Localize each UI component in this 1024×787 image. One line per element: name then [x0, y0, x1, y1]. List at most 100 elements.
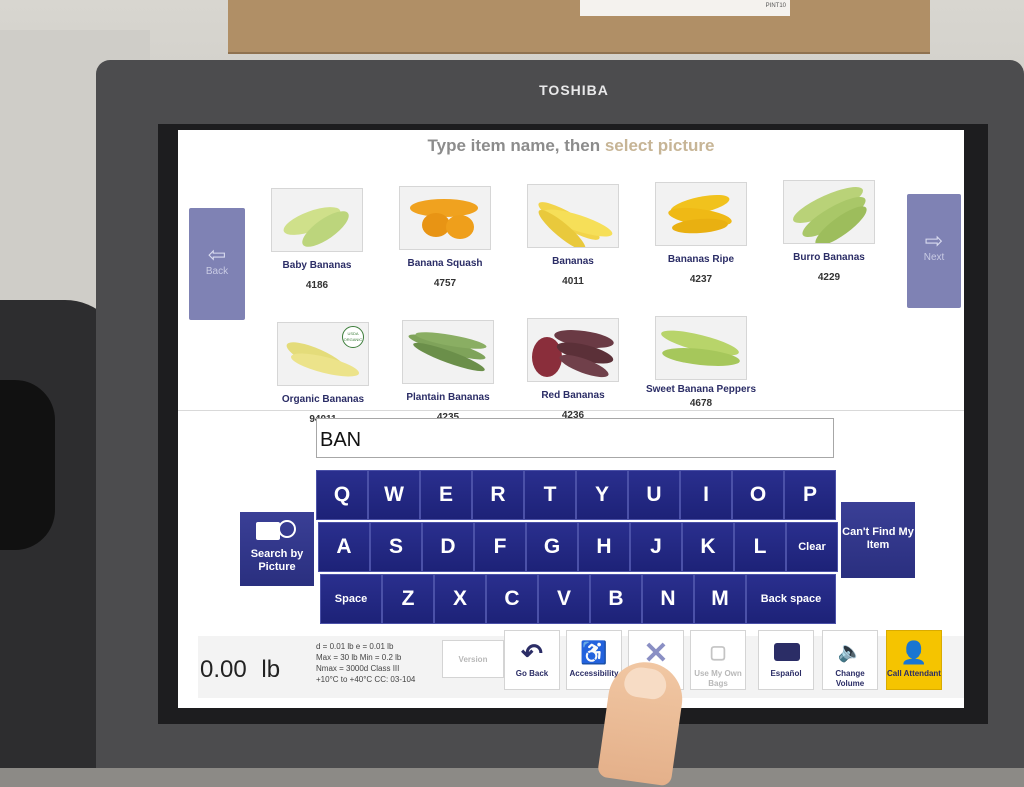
product-name: Bananas Ripe — [667, 254, 735, 265]
product-name: Plantain Bananas — [406, 392, 490, 403]
attendant-icon: 👤 — [900, 640, 928, 665]
search-by-picture-button[interactable]: Search by Picture — [240, 512, 314, 586]
product-code: 4757 — [433, 278, 457, 289]
key-i[interactable]: I — [680, 470, 732, 520]
scale-specs: d = 0.01 lb e = 0.01 lb Max = 30 lb Min … — [316, 641, 446, 685]
product-tile-baby-bananas[interactable]: Baby Bananas 4186 — [252, 188, 382, 291]
espanol-label: Español — [770, 669, 802, 678]
product-image: USDA ORGANIC — [277, 322, 369, 386]
next-button[interactable]: ⇨ Next — [907, 194, 961, 308]
brand-logo: TOSHIBA — [539, 82, 609, 98]
change-volume-button[interactable]: 🔈 Change Volume — [822, 630, 878, 690]
key-x[interactable]: X — [434, 574, 486, 624]
weight-unit: lb — [261, 656, 281, 683]
spec-line: Nmax = 3000d Class III — [316, 664, 400, 673]
clear-button[interactable]: Clear — [786, 522, 838, 572]
key-y[interactable]: Y — [576, 470, 628, 520]
key-c[interactable]: C — [486, 574, 538, 624]
product-tile-plantain-bananas[interactable]: Plantain Bananas 4235 — [383, 320, 513, 423]
kiosk-screen: Type item name, then select picture ⇦ Ba… — [178, 130, 964, 708]
product-image — [655, 316, 747, 380]
product-tile-bananas-ripe[interactable]: Bananas Ripe 4237 — [636, 182, 766, 285]
key-v[interactable]: V — [538, 574, 590, 624]
go-back-button[interactable]: ↶ Go Back — [504, 630, 560, 690]
key-q[interactable]: Q — [316, 470, 368, 520]
key-k[interactable]: K — [682, 522, 734, 572]
item-search-input[interactable]: BAN — [316, 418, 834, 458]
back-button[interactable]: ⇦ Back — [189, 208, 245, 320]
product-name: Bananas — [552, 256, 594, 267]
backspace-key[interactable]: Back space — [746, 574, 836, 624]
key-p[interactable]: P — [784, 470, 836, 520]
key-s[interactable]: S — [370, 522, 422, 572]
product-name: Organic Bananas — [281, 394, 365, 405]
key-r[interactable]: R — [472, 470, 524, 520]
key-a[interactable]: A — [318, 522, 370, 572]
bag-icon: ▢ — [709, 642, 727, 662]
accessibility-label: Accessibility — [569, 669, 619, 678]
key-h[interactable]: H — [578, 522, 630, 572]
espanol-button[interactable]: Español — [758, 630, 814, 690]
product-name: Banana Squash — [407, 258, 483, 269]
key-t[interactable]: T — [524, 470, 576, 520]
key-u[interactable]: U — [628, 470, 680, 520]
product-tile-red-bananas[interactable]: Red Bananas 4236 — [508, 318, 638, 421]
key-g[interactable]: G — [526, 522, 578, 572]
key-e[interactable]: E — [420, 470, 472, 520]
key-b[interactable]: B — [590, 574, 642, 624]
product-tile-banana-squash[interactable]: Banana Squash 4757 — [380, 186, 510, 289]
spec-line: Max = 30 lb Min = 0.2 lb — [316, 653, 402, 662]
box-label-paper: PINT10 — [580, 0, 790, 16]
product-image — [271, 188, 363, 252]
key-n[interactable]: N — [642, 574, 694, 624]
key-m[interactable]: M — [694, 574, 746, 624]
use-my-own-bags-button[interactable]: ▢ Use My Own Bags — [690, 630, 746, 690]
speech-bubble-icon — [759, 639, 813, 667]
key-f[interactable]: F — [474, 522, 526, 572]
product-image — [402, 320, 494, 384]
accessibility-icon: ♿ — [580, 640, 608, 665]
arrow-right-icon: ⇨ — [924, 228, 944, 253]
product-name: Red Bananas — [541, 390, 605, 401]
product-tile-sweet-banana-peppers[interactable]: Sweet Banana Peppers 4678 — [636, 316, 766, 409]
weight-value: 0.00 — [200, 656, 247, 683]
product-code: 4237 — [689, 274, 713, 285]
heading-highlight: select picture — [604, 136, 715, 155]
call-attendant-button[interactable]: 👤 Call Attendant — [886, 630, 942, 690]
product-image — [527, 184, 619, 248]
key-d[interactable]: D — [422, 522, 474, 572]
search-by-picture-label: Search by Picture — [250, 548, 304, 573]
key-z[interactable]: Z — [382, 574, 434, 624]
product-tile-bananas[interactable]: Bananas 4011 — [508, 184, 638, 287]
product-name: Sweet Banana Peppers — [645, 384, 757, 395]
cant-find-item-button[interactable]: Can't Find My Item — [841, 502, 915, 578]
section-divider — [178, 410, 964, 411]
change-volume-label: Change Volume — [835, 669, 865, 688]
usda-organic-badge: USDA ORGANIC — [342, 326, 364, 348]
spec-line: +10°C to +40°C CC: 03-104 — [316, 675, 416, 684]
key-j[interactable]: J — [630, 522, 682, 572]
use-bags-label: Use My Own Bags — [694, 669, 742, 688]
back-label: Back — [205, 266, 229, 277]
key-w[interactable]: W — [368, 470, 420, 520]
product-image — [399, 186, 491, 250]
product-tile-burro-bananas[interactable]: Burro Bananas 4229 — [764, 180, 894, 283]
version-button[interactable]: Version — [442, 640, 504, 678]
key-o[interactable]: O — [732, 470, 784, 520]
volume-icon: 🔈 — [837, 641, 863, 663]
cardboard-box — [228, 0, 930, 54]
spec-line: d = 0.01 lb e = 0.01 lb — [316, 642, 394, 651]
product-code: 4186 — [305, 280, 329, 291]
product-code: 4229 — [817, 272, 841, 283]
scanner-window — [0, 380, 55, 550]
picture-search-icon — [240, 520, 314, 544]
go-back-label: Go Back — [515, 669, 549, 678]
product-name: Baby Bananas — [282, 260, 352, 271]
product-image — [783, 180, 875, 244]
product-code: 4011 — [562, 276, 584, 287]
call-attendant-label: Call Attendant — [887, 669, 941, 678]
product-code: 4678 — [689, 398, 713, 409]
key-l[interactable]: L — [734, 522, 786, 572]
space-key[interactable]: Space — [320, 574, 382, 624]
box-label-text: PINT10 — [765, 3, 786, 9]
